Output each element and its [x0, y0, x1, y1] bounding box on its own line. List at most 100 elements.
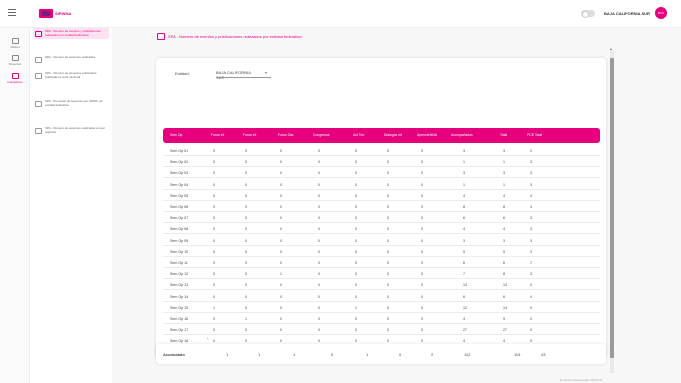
row-label: Sem Op 15 [170, 305, 189, 310]
table-cell: 1 [503, 160, 505, 165]
table-cell: 0 [387, 317, 389, 321]
entity-select[interactable]: BAJA CALIFORNIA SUR [216, 70, 260, 80]
subnav-item[interactable]: SPA - Número de eventos y publicaciones … [33, 28, 109, 40]
table-cell: 0 [318, 261, 320, 265]
column-header[interactable]: Foros Int [243, 133, 256, 137]
table-cell: 0 [280, 182, 282, 187]
table-cell: 6 [463, 261, 465, 265]
rail-item-reportes[interactable]: Reportes [3, 55, 27, 66]
table-cell: 0 [387, 160, 389, 165]
row-label: Sem Op 06 [170, 205, 189, 209]
table-cell: 0 [387, 283, 389, 288]
table-cell: 0 [280, 339, 282, 344]
table-cell: 0 [355, 238, 357, 243]
table-cell: 3 [530, 182, 532, 187]
table-cell: 0 [213, 205, 215, 209]
table-row[interactable]: Sem Op 02 0 0 0 0 0 0 0 1 1 3 [163, 157, 600, 168]
table-row[interactable]: Sem Op 17 0 0 0 0 0 0 0 27 27 0 [163, 325, 600, 336]
table-row[interactable]: Sem Op 13 0 0 0 0 0 0 0 13 13 0 [163, 280, 600, 291]
table-cell: 0 [213, 283, 215, 288]
table-cell: 0 [421, 272, 423, 277]
table-cell: 0 [355, 283, 357, 288]
table-row[interactable]: Sem Op 14 0 0 0 0 0 0 0 6 6 4 [163, 292, 600, 302]
table-cell: 0 [355, 160, 357, 165]
table-row[interactable]: Sem Op 11 0 0 0 0 0 0 0 6 6 7 [163, 258, 600, 268]
table-row[interactable]: Sem Op 10 0 0 0 0 0 0 0 5 5 3 [163, 247, 600, 257]
table-cell: 0 [213, 149, 215, 153]
table-cell: 0 [318, 182, 320, 187]
column-header[interactable]: AprendeNNA [417, 133, 437, 137]
row-label: Sem Op 12 [170, 272, 189, 277]
table-cell: 3 [530, 171, 532, 176]
table-cell: 0 [421, 249, 423, 254]
select-underline [216, 77, 271, 78]
table-cell: 3 [530, 249, 532, 254]
table-cell: 0 [387, 227, 389, 232]
subnav-item[interactable]: SPA - Número de sesiones realizadas [33, 54, 109, 65]
column-header[interactable]: Sem Op [170, 133, 182, 137]
subnav-item[interactable]: SPA - Promedio de sesiones por SNDIF por… [33, 98, 109, 109]
column-header[interactable]: Foros Dist [278, 133, 293, 137]
table-cell: 0 [387, 294, 389, 299]
table-cell: 0 [245, 305, 247, 310]
table-row[interactable]: Sem Op 07 0 0 0 0 0 0 0 6 6 3 [163, 213, 600, 224]
table-cell: 0 [245, 261, 247, 265]
table-row[interactable]: Sem Op 04 0 0 0 0 0 0 0 1 1 3 [163, 180, 600, 190]
rail-item-indicadores[interactable]: Indicadores [3, 73, 27, 84]
scrollbar-thumb[interactable] [610, 58, 614, 358]
table-row[interactable]: Sem Op 08 0 0 0 0 0 0 0 4 4 3 [163, 224, 600, 235]
subnav-item[interactable]: SPA - Número de acuerdos publicados real… [33, 70, 109, 81]
total-value: 2 [431, 352, 434, 357]
table-row[interactable]: Sem Op 16 0 1 0 0 0 0 0 4 5 0 [163, 314, 600, 324]
table-cell: 4 [503, 193, 505, 198]
table-cell: 0 [387, 305, 389, 310]
chart-icon [157, 33, 165, 40]
table-cell: 8 [463, 205, 465, 209]
row-label: Sem Op 03 [170, 171, 189, 176]
table-cell: 0 [421, 261, 423, 265]
table-row[interactable]: Sem Op 15 1 0 0 0 1 0 0 12 14 0 [163, 303, 600, 313]
column-header[interactable]: PCE Total [527, 133, 542, 137]
table-cell: 6 [503, 216, 505, 221]
table-cell: 0 [213, 272, 215, 277]
column-header[interactable]: Congresos [313, 133, 329, 137]
table-row[interactable]: Sem Op 06 0 0 0 0 0 0 0 8 8 4 [163, 202, 600, 212]
table-cell: 0 [421, 149, 423, 153]
table-cell: 1 [355, 305, 357, 310]
table-cell: 3 [503, 149, 505, 153]
table-cell: 0 [318, 205, 320, 209]
table-row[interactable]: Sem Op 05 0 0 0 0 0 0 0 4 4 4 [163, 191, 600, 201]
chevron-down-icon[interactable]: ▾ [265, 70, 267, 75]
table-row[interactable]: Sem Op 03 0 0 0 0 0 0 0 3 3 3 [163, 168, 600, 179]
table-cell: 5 [463, 249, 465, 254]
rail-item-tablero[interactable]: Tablero [3, 38, 27, 49]
total-value: 112 [464, 352, 471, 357]
table-cell: 0 [318, 339, 320, 344]
table-cell: 0 [213, 193, 215, 198]
table-row[interactable]: Sem Op 09 0 0 0 0 0 0 0 3 3 3 [163, 236, 600, 246]
table-row[interactable]: Sem Op 12 0 0 1 0 0 0 0 7 8 3 [163, 269, 600, 280]
table-row[interactable]: Sem Op 01 0 0 0 0 0 0 0 3 3 2 [163, 146, 600, 156]
column-header[interactable]: Act Terr [353, 133, 365, 137]
subnav-item[interactable]: SPA - Número de sesiones realizadas a ni… [33, 125, 109, 136]
chevron-left-icon[interactable]: ‹ [207, 336, 209, 342]
left-rail: Tablero Reportes Indicadores [0, 28, 30, 383]
menu-icon[interactable] [8, 9, 16, 16]
column-header[interactable]: Dialogos Int [384, 133, 402, 137]
column-header[interactable]: Acompañados [451, 133, 473, 137]
table-cell: 0 [355, 171, 357, 176]
table-cell: 0 [280, 227, 282, 232]
avatar[interactable]: BCS [655, 7, 667, 19]
theme-toggle[interactable] [581, 10, 595, 18]
scrollbar[interactable] [610, 50, 614, 373]
table-cell: 0 [318, 216, 320, 221]
table-cell: 0 [421, 305, 423, 310]
table-cell: 0 [387, 339, 389, 344]
table-cell: 1 [280, 272, 282, 277]
column-header[interactable]: Foros Inf [211, 133, 224, 137]
table-cell: 0 [245, 205, 247, 209]
app-logo[interactable]: SIPINNA [39, 8, 71, 18]
table-cell: 0 [280, 149, 282, 153]
column-header[interactable]: Total [500, 133, 507, 137]
table-cell: 0 [245, 272, 247, 277]
